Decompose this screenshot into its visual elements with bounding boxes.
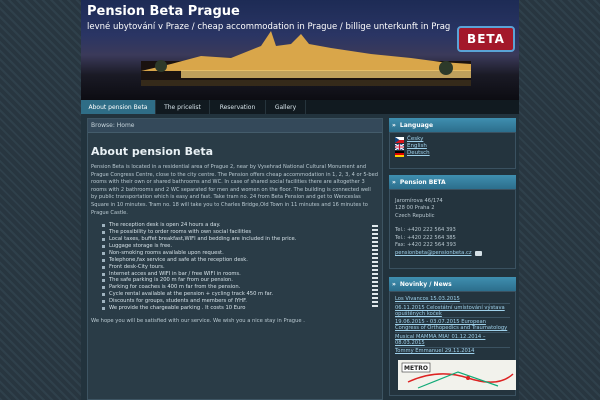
email-label: pensionbeta@pensionbeta.cz (395, 250, 472, 257)
news-heading: » Novinky / News (389, 277, 516, 291)
news-item[interactable]: 19.06.2015 - 03.07.2015 European Congres… (395, 319, 510, 331)
language-panel: Česky English Deutsch (389, 132, 516, 169)
intro-paragraph: Pension Beta is located in a residential… (91, 164, 378, 216)
double-chevron-icon: » (392, 178, 396, 186)
news-item[interactable]: 06.11.2015 Celostátní umístování výstava… (395, 305, 510, 317)
feature-item: Discounts for groups, students and membe… (102, 298, 364, 305)
language-deutsch-label: Deutsch (407, 150, 430, 156)
nav-pricelist[interactable]: The pricelist (156, 100, 210, 114)
nav-about[interactable]: About pension Beta (81, 100, 156, 114)
feature-item: Cycle rental available at the pension + … (102, 291, 364, 298)
header-banner: Pension Beta Prague levné ubytování v Pr… (81, 0, 519, 100)
contact-heading: » Pension BETA (389, 175, 516, 189)
language-english-label: English (407, 143, 427, 149)
feature-item: The possibility to order rooms with own … (102, 229, 364, 236)
metro-map[interactable]: METRO (398, 360, 516, 391)
feature-item: Internet acces and WIFI in bar / free WI… (102, 271, 364, 278)
closing-text: We hope you will be satisfied with our s… (91, 317, 305, 324)
feature-item: We provide the chargeable parking . It c… (102, 305, 364, 312)
site-subtitle: levné ubytování v Praze / cheap accommod… (87, 22, 451, 32)
beta-logo[interactable]: BETA (457, 26, 515, 52)
main-nav: About pension Beta The pricelist Reserva… (81, 100, 519, 114)
news-item[interactable]: Los Vivancos 15.03.2015 (395, 296, 510, 302)
email-link[interactable]: pensionbeta@pensionbeta.cz (395, 249, 510, 257)
sidebar: » Language Česky English Deutsch » Pensi… (389, 118, 516, 400)
language-czech[interactable]: Česky (395, 136, 510, 143)
prague-castle-illustration (141, 31, 471, 86)
contact-panel: Jaromírova 46/174 128 00 Praha 2 Czech R… (389, 189, 516, 269)
feature-item: The safe parking is 200 m far from our p… (102, 277, 364, 284)
page-frame: Pension Beta Prague levné ubytování v Pr… (81, 0, 519, 400)
address-line: Jaromírova 46/174 (395, 198, 443, 204)
main-content: Browse: Home About pension Beta Pension … (87, 118, 383, 400)
language-english[interactable]: English (395, 143, 510, 150)
feature-item: Telephone,fax service and safe at the re… (102, 257, 364, 264)
nav-gallery[interactable]: Gallery (266, 100, 306, 114)
features-scrollbar[interactable] (372, 225, 378, 309)
feature-item: Luggage storage is free. (102, 243, 364, 250)
double-chevron-icon: » (392, 121, 396, 129)
language-deutsch[interactable]: Deutsch (395, 150, 510, 157)
feature-item: Front desk-City tours. (102, 264, 364, 271)
feature-item: Parking for coaches is 400 m far from th… (102, 284, 364, 291)
news-item[interactable]: Musical MAMMA MIA! 01.12.2014 – 08.03.20… (395, 334, 510, 346)
fax-line: Fax: +420 222 564 393 (395, 242, 457, 249)
czech-flag-icon (395, 136, 404, 143)
uk-flag-icon (395, 143, 404, 150)
news-item[interactable]: Tommy Emmanuel 29.11.2014 (395, 348, 510, 354)
metro-label: METRO (404, 365, 428, 372)
address-line: 128 00 Praha 2 (395, 205, 435, 212)
page-title: About pension Beta (91, 145, 214, 158)
mail-icon (474, 250, 482, 256)
address-line: Czech Republic (395, 212, 435, 219)
site-title[interactable]: Pension Beta Prague (87, 4, 240, 19)
nav-reservation[interactable]: Reservation (210, 100, 266, 114)
metro-map-graphic: METRO (401, 363, 514, 389)
feature-item: The reception desk is open 24 hours a da… (102, 222, 364, 229)
language-heading: » Language (389, 118, 516, 132)
phone-line: Tel.: +420 222 564 385 (395, 234, 456, 241)
features-list: The reception desk is open 24 hours a da… (102, 222, 364, 312)
double-chevron-icon: » (392, 280, 396, 288)
news-panel: Los Vivancos 15.03.2015 06.11.2015 Celos… (389, 291, 516, 396)
contact-heading-label: Pension BETA (399, 178, 446, 186)
german-flag-icon (395, 150, 404, 157)
news-heading-label: Novinky / News (399, 280, 452, 288)
language-czech-label: Česky (407, 136, 424, 142)
language-heading-label: Language (399, 121, 434, 129)
feature-item: Non-smoking rooms available upon request… (102, 250, 364, 257)
feature-item: Local taxes, buffet breakfast,WIFI and b… (102, 236, 364, 243)
breadcrumb: Browse: Home (88, 119, 382, 133)
phone-line: Tel.: +420 222 564 393 (395, 227, 456, 234)
